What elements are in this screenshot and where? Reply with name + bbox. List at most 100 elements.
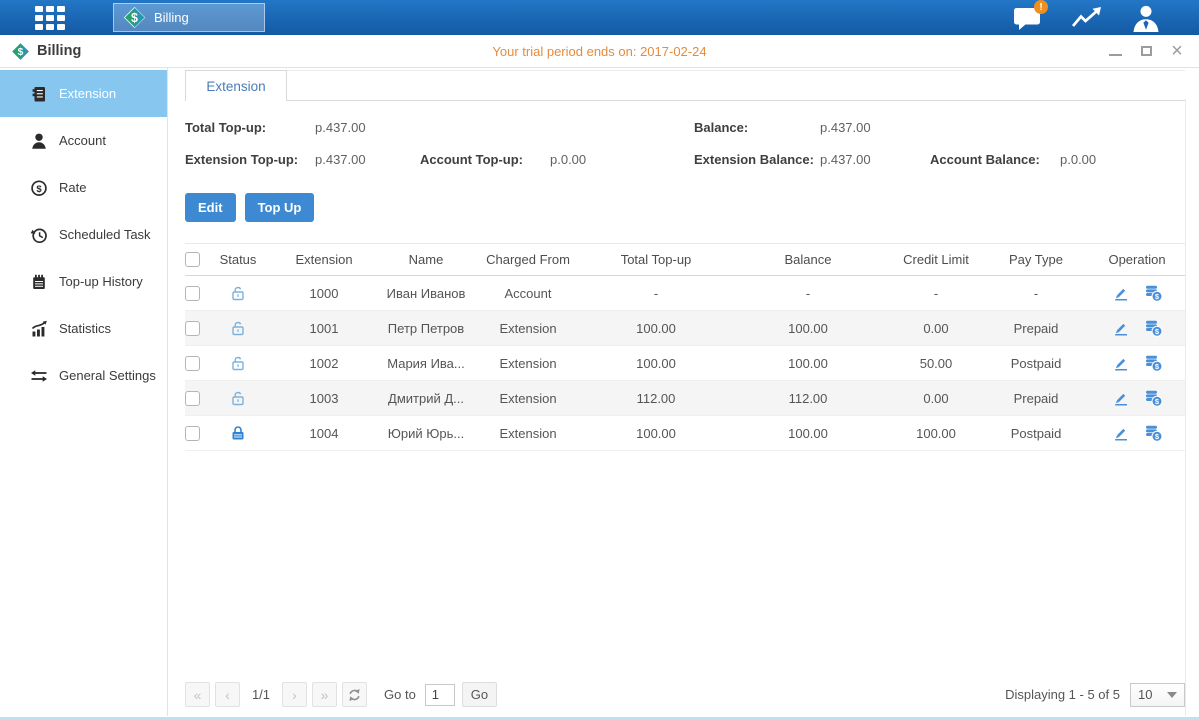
column-header-extension: Extension: [267, 252, 381, 267]
pagination-bar: « ‹ 1/1 › » Go to Go Displaying 1 - 5 of…: [185, 682, 1185, 707]
edit-icon[interactable]: [1112, 319, 1130, 337]
go-button[interactable]: Go: [462, 682, 497, 707]
cell-balance: 100.00: [727, 321, 889, 336]
cell-extension: 1003: [267, 391, 381, 406]
user-icon[interactable]: [1131, 4, 1161, 32]
edit-icon[interactable]: [1112, 354, 1130, 372]
edit-button[interactable]: Edit: [185, 193, 236, 222]
billing-diamond-icon: $: [123, 6, 146, 29]
app-grid-icon[interactable]: [35, 6, 65, 30]
panel-right-border: [1185, 99, 1186, 716]
close-button[interactable]: ×: [1169, 43, 1185, 59]
chevron-down-icon: [1167, 692, 1177, 698]
column-header-name: Name: [381, 252, 471, 267]
displaying-count: Displaying 1 - 5 of 5: [1005, 687, 1120, 702]
tab-extension[interactable]: Extension: [185, 70, 287, 101]
cell-total-topup: 112.00: [585, 391, 727, 406]
next-page-button[interactable]: ›: [282, 682, 307, 707]
total-topup-value: p.437.00: [315, 120, 420, 135]
svg-text:$: $: [36, 184, 42, 195]
last-page-button[interactable]: »: [312, 682, 337, 707]
table-row: 1002 Мария Ива... Extension 100.00 100.0…: [185, 346, 1185, 381]
sidebar-item-label: Extension: [59, 86, 116, 101]
sidebar-item-general-settings[interactable]: General Settings: [0, 352, 167, 399]
unlock-icon[interactable]: [229, 284, 247, 302]
cell-total-topup: 100.00: [585, 321, 727, 336]
account-balance-label: Account Balance:: [930, 152, 1060, 167]
chart-icon[interactable]: [1070, 5, 1104, 31]
refresh-icon: [347, 687, 362, 703]
row-checkbox[interactable]: [185, 286, 200, 301]
top-up-coins-icon[interactable]: $: [1144, 354, 1163, 372]
extension-topup-label: Extension Top-up:: [185, 152, 315, 167]
cell-pay-type: Prepaid: [983, 391, 1089, 406]
unlock-icon[interactable]: [229, 354, 247, 372]
row-checkbox[interactable]: [185, 391, 200, 406]
goto-page-input[interactable]: [425, 684, 455, 706]
sidebar: Extension Account $ Rate Scheduled Task: [0, 68, 168, 716]
billing-app-window: { "colors": { "topbar_blue": "#1c6fbe", …: [0, 0, 1199, 720]
extension-topup-value: p.437.00: [315, 152, 420, 167]
minimize-button[interactable]: [1107, 43, 1123, 59]
column-header-credit-limit: Credit Limit: [889, 252, 983, 267]
cell-name: Дмитрий Д...: [381, 391, 471, 406]
statistics-icon: [30, 320, 48, 338]
cell-charged-from: Extension: [471, 391, 585, 406]
row-checkbox[interactable]: [185, 321, 200, 336]
rate-icon: $: [30, 179, 48, 197]
column-header-balance: Balance: [727, 252, 889, 267]
account-topup-label: Account Top-up:: [420, 152, 550, 167]
extension-table: Status Extension Name Charged From Total…: [185, 243, 1185, 451]
page-size-select[interactable]: 10: [1130, 683, 1185, 707]
extension-icon: [30, 85, 48, 103]
cell-extension: 1000: [267, 286, 381, 301]
prev-page-button[interactable]: ‹: [215, 682, 240, 707]
account-balance-value: p.0.00: [1060, 152, 1185, 167]
sidebar-item-statistics[interactable]: Statistics: [0, 305, 167, 352]
cell-credit-limit: 100.00: [889, 426, 983, 441]
top-up-coins-icon[interactable]: $: [1144, 284, 1163, 302]
sidebar-item-rate[interactable]: $ Rate: [0, 164, 167, 211]
top-up-coins-icon[interactable]: $: [1144, 389, 1163, 407]
edit-icon[interactable]: [1112, 424, 1130, 442]
balance-value: p.437.00: [820, 120, 930, 135]
cell-balance: 112.00: [727, 391, 889, 406]
cell-credit-limit: 50.00: [889, 356, 983, 371]
sidebar-item-label: Top-up History: [59, 274, 143, 289]
balance-label: Balance:: [694, 120, 820, 135]
lock-icon[interactable]: [229, 424, 247, 442]
sidebar-item-account[interactable]: Account: [0, 117, 167, 164]
notification-badge: !: [1034, 0, 1048, 14]
sidebar-item-extension[interactable]: Extension: [0, 70, 167, 117]
cell-balance: -: [727, 286, 889, 301]
table-row: 1003 Дмитрий Д... Extension 112.00 112.0…: [185, 381, 1185, 416]
sidebar-item-label: General Settings: [59, 368, 156, 383]
sidebar-item-label: Rate: [59, 180, 86, 195]
unlock-icon[interactable]: [229, 319, 247, 337]
sidebar-item-scheduled-task[interactable]: Scheduled Task: [0, 211, 167, 258]
first-page-button[interactable]: «: [185, 682, 210, 707]
chat-icon[interactable]: !: [1013, 4, 1043, 31]
billing-summary: Total Top-up: p.437.00 Balance: p.437.00…: [185, 120, 1185, 167]
sidebar-item-topup-history[interactable]: Top-up History: [0, 258, 167, 305]
row-checkbox[interactable]: [185, 426, 200, 441]
cell-total-topup: -: [585, 286, 727, 301]
edit-icon[interactable]: [1112, 284, 1130, 302]
top-up-coins-icon[interactable]: $: [1144, 319, 1163, 337]
maximize-button[interactable]: [1138, 43, 1154, 59]
page-indicator: 1/1: [245, 687, 277, 702]
unlock-icon[interactable]: [229, 389, 247, 407]
top-up-button[interactable]: Top Up: [245, 193, 315, 222]
select-all-checkbox[interactable]: [185, 252, 200, 267]
svg-text:$: $: [131, 11, 138, 25]
top-up-coins-icon[interactable]: $: [1144, 424, 1163, 442]
row-checkbox[interactable]: [185, 356, 200, 371]
total-topup-label: Total Top-up:: [185, 120, 315, 135]
cell-name: Юрий Юрь...: [381, 426, 471, 441]
sidebar-item-label: Account: [59, 133, 106, 148]
taskbar-tab-billing[interactable]: $ Billing: [113, 3, 265, 32]
cell-pay-type: -: [983, 286, 1089, 301]
edit-icon[interactable]: [1112, 389, 1130, 407]
refresh-button[interactable]: [342, 682, 367, 707]
cell-extension: 1002: [267, 356, 381, 371]
